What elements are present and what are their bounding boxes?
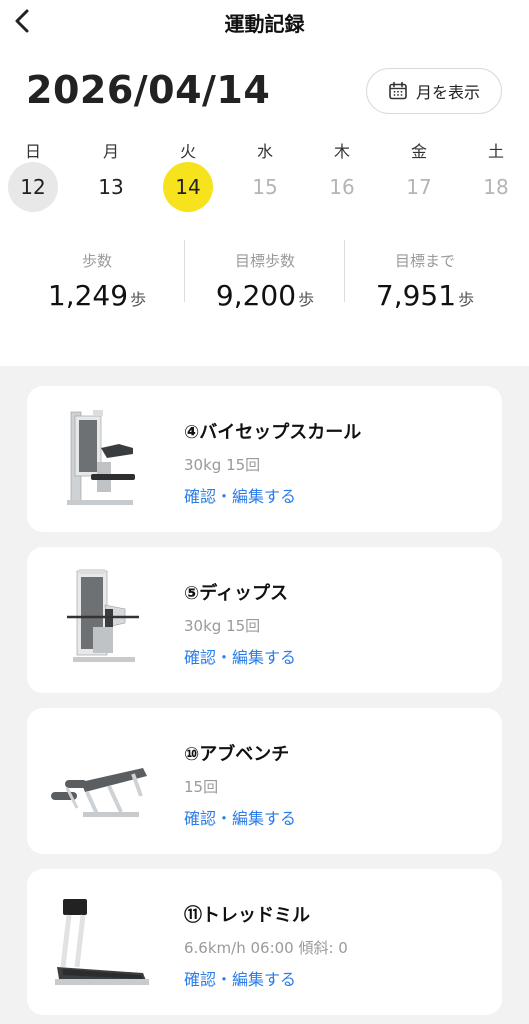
dow-label: 日: [24, 142, 41, 161]
dow-label: 金: [410, 142, 427, 161]
workout-detail: 15回: [184, 778, 219, 796]
workout-name: ④バイセップスカール: [184, 422, 362, 443]
workout-list: ④バイセップスカール 30kg 15回 確認・編集する ⑤ディップス 30kg …: [0, 366, 529, 1024]
ab-bench-image: [51, 768, 147, 817]
day-cell[interactable]: 17: [394, 162, 444, 212]
show-month-button[interactable]: 月を表示: [366, 68, 502, 114]
workout-detail: 6.6km/h 06:00 傾斜: 0: [184, 939, 348, 957]
workout-card[interactable]: ⑪トレッドミル 6.6km/h 06:00 傾斜: 0 確認・編集する: [27, 869, 502, 1015]
workout-name: ⑤ディップス: [184, 583, 288, 604]
workout-card[interactable]: ⑩アブベンチ 15回 確認・編集する: [27, 708, 502, 854]
dow-label: 火: [179, 142, 196, 161]
edit-link[interactable]: 確認・編集する: [184, 483, 296, 507]
stat-label: 歩数: [81, 252, 112, 270]
app-header: 運動記録: [0, 0, 529, 44]
stat-value: 1,249: [47, 279, 129, 312]
dips-machine-image: [67, 569, 139, 662]
dow-label: 水: [256, 142, 273, 161]
stat-value: 7,951: [375, 279, 457, 312]
workout-detail: 30kg 15回: [184, 617, 261, 635]
stat-steps: 歩数 1,249 歩: [17, 250, 177, 312]
page-title: 運動記録: [224, 12, 305, 36]
edit-link[interactable]: 確認・編集する: [184, 644, 296, 668]
calendar-icon: [389, 81, 407, 100]
stat-label: 目標歩数: [234, 252, 295, 270]
day-cell[interactable]: 15: [240, 162, 290, 212]
dow-label: 月: [102, 142, 119, 161]
day-cell[interactable]: 18: [471, 162, 521, 212]
date-row: 2026/04/14 月を表示: [0, 44, 529, 124]
show-month-label: 月を表示: [415, 83, 480, 102]
workout-name: ⑩アブベンチ: [184, 744, 290, 765]
workout-card[interactable]: ④バイセップスカール 30kg 15回 確認・編集する: [27, 386, 502, 532]
current-date: 2026/04/14: [26, 68, 271, 112]
week-strip: 日 月 火 水 木 金 土 12 13 14 15 16 17 18: [0, 124, 529, 240]
day-cell[interactable]: 12: [8, 162, 58, 212]
edit-link[interactable]: 確認・編集する: [184, 966, 296, 990]
stat-unit: 歩: [298, 290, 315, 309]
day-cell-today[interactable]: 14: [163, 162, 213, 212]
stat-value: 9,200: [215, 279, 297, 312]
stat-unit: 歩: [130, 290, 147, 309]
treadmill-image: [55, 899, 149, 985]
dow-label: 木: [333, 142, 350, 161]
workout-card[interactable]: ⑤ディップス 30kg 15回 確認・編集する: [27, 547, 502, 693]
stat-remaining: 目標まで 7,951 歩: [345, 250, 505, 312]
workout-detail: 30kg 15回: [184, 456, 261, 474]
step-stats: 歩数 1,249 歩 目標歩数 9,200 歩 目標まで 7,951 歩: [0, 240, 529, 370]
edit-link[interactable]: 確認・編集する: [184, 805, 296, 829]
workout-name: ⑪トレッドミル: [184, 905, 310, 926]
stat-goal-steps: 目標歩数 9,200 歩: [185, 250, 345, 312]
day-cell[interactable]: 16: [317, 162, 367, 212]
stat-label: 目標まで: [394, 252, 455, 270]
day-cell[interactable]: 13: [86, 162, 136, 212]
dow-label: 土: [487, 142, 504, 161]
stat-unit: 歩: [458, 290, 475, 309]
bicep-curl-machine-image: [67, 410, 135, 505]
